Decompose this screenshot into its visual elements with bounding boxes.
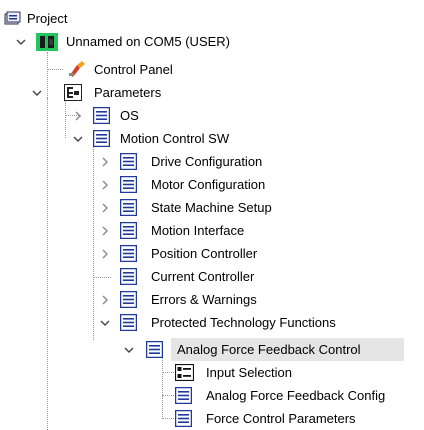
tree-item-analog-force-feedback-control[interactable]: Analog Force Feedback Control [0,338,420,361]
tree-item-label: Parameters [94,85,162,100]
document-list-icon [93,130,110,147]
tree-item-state-machine-setup[interactable]: State Machine Setup [0,196,300,219]
tree-item-motor-configuration[interactable]: Motor Configuration [0,173,300,196]
tree-item-parameters[interactable]: Parameters [0,81,200,104]
document-list-icon [120,291,137,308]
tree-item-current-controller[interactable]: Current Controller [0,265,300,288]
tree-item-motion-interface[interactable]: Motion Interface [0,219,300,242]
tree-item-position-controller[interactable]: Position Controller [0,242,300,265]
tree-item-errors-warnings[interactable]: Errors & Warnings [0,288,300,311]
tree-item-force-control-parameters[interactable]: Force Control Parameters [0,407,400,430]
tree-item-label: Drive Configuration [151,154,263,169]
chevron-down-icon[interactable] [124,345,134,355]
tree-item-label: Current Controller [151,269,255,284]
chevron-right-icon[interactable] [100,226,110,236]
tree-item-label: Force Control Parameters [206,411,356,426]
tree-item-protected-technology-functions[interactable]: Protected Technology Functions [0,311,400,334]
tree-item-label: Position Controller [151,246,258,261]
device-chip-icon [36,33,58,51]
chevron-down-icon[interactable] [100,318,110,328]
tree-item-label: Motion Control SW [120,131,230,146]
tree-item-project[interactable]: Project [0,7,200,30]
document-list-icon [93,107,110,124]
project-tree: Project Unnamed on COM5 (USER) Control P… [0,0,424,430]
tree-item-input-selection[interactable]: Input Selection [0,361,320,384]
document-list-icon [120,245,137,262]
tree-item-label: Errors & Warnings [151,292,257,307]
document-list-icon [120,222,137,239]
tree-item-motion-control-sw[interactable]: Motion Control SW [0,127,229,150]
selection-list-icon [175,364,194,381]
tree-item-os[interactable]: OS [0,104,200,127]
chevron-right-icon[interactable] [100,203,110,213]
chevron-right-icon[interactable] [100,157,110,167]
tree-item-label: Motor Configuration [151,177,266,192]
chevron-down-icon[interactable] [16,37,26,47]
tree-item-label: Motion Interface [151,223,245,238]
tree-item-label: Analog Force Feedback Control [177,342,361,357]
tree-item-label: Input Selection [206,365,293,380]
document-list-icon [120,199,137,216]
chevron-down-icon[interactable] [73,134,83,144]
chevron-right-icon[interactable] [73,111,83,121]
tree-item-label: Analog Force Feedback Config [206,388,386,403]
chevron-right-icon[interactable] [100,295,110,305]
tree-item-label: Project [27,11,68,26]
control-panel-icon [69,61,85,77]
project-icon [4,11,21,25]
chevron-right-icon[interactable] [100,249,110,259]
tree-item-drive-configuration[interactable]: Drive Configuration [0,150,300,173]
document-list-icon [175,410,192,427]
tree-item-label: Protected Technology Functions [151,315,336,330]
document-list-icon [120,176,137,193]
tree-item-device[interactable]: Unnamed on COM5 (USER) [0,30,280,53]
chevron-down-icon[interactable] [32,88,42,98]
tree-item-label: Unnamed on COM5 (USER) [66,34,230,49]
tree-item-analog-force-feedback-config[interactable]: Analog Force Feedback Config [0,384,424,407]
document-list-icon [175,387,192,404]
parameters-group-icon [64,84,82,101]
chevron-right-icon[interactable] [100,180,110,190]
tree-item-label: Control Panel [94,62,173,77]
document-list-icon [120,268,137,285]
document-list-icon [120,153,137,170]
tree-item-control-panel[interactable]: Control Panel [0,58,200,81]
tree-item-label: OS [120,108,139,123]
tree-item-label: State Machine Setup [151,200,272,215]
document-list-icon [146,341,163,358]
document-list-icon [120,314,137,331]
